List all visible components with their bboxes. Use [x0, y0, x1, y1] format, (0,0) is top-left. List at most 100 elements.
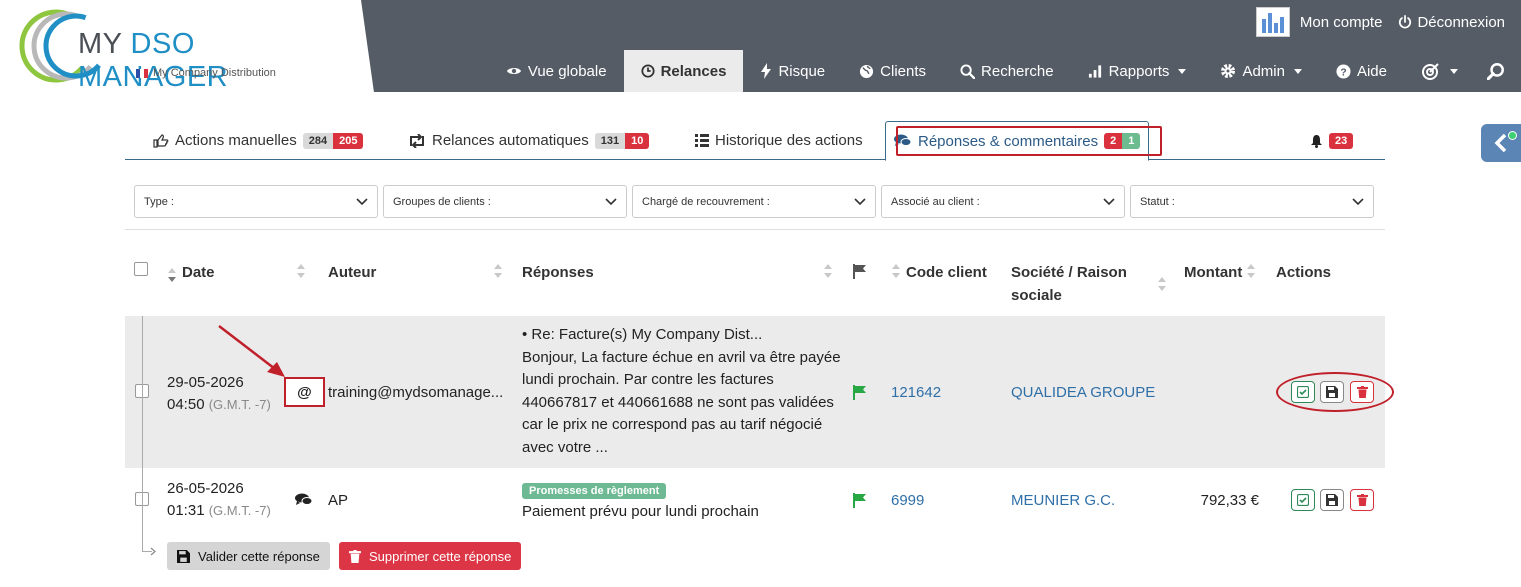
- comments-icon: [894, 134, 912, 146]
- table-header: Date Auteur Réponses Code client Société…: [125, 250, 1385, 316]
- nav-search-button[interactable]: [1475, 50, 1521, 92]
- nav-admin[interactable]: Admin: [1203, 50, 1319, 92]
- target-icon: [1422, 63, 1439, 80]
- sort-icon[interactable]: [824, 264, 832, 278]
- row-client-code[interactable]: 121642: [891, 384, 941, 401]
- tab-relances-automatiques[interactable]: Relances automatiques 131 10: [408, 121, 650, 160]
- check-square-icon: [1297, 386, 1309, 398]
- validate-reply-button[interactable]: Valider cette réponse: [167, 542, 330, 570]
- arrow-right-icon: [150, 547, 156, 556]
- brand-name: MY DSO MANAGER: [78, 28, 229, 93]
- annotation-arrow: [218, 325, 285, 377]
- col-replies[interactable]: Réponses: [522, 264, 594, 281]
- row-reply[interactable]: Promesses de règlement Paiement prévu po…: [522, 481, 759, 520]
- nav-vue-globale[interactable]: Vue globale: [489, 50, 624, 92]
- delete-icon-button[interactable]: [1350, 381, 1374, 403]
- bell-icon: [1311, 134, 1322, 148]
- delete-icon-button[interactable]: [1350, 489, 1374, 511]
- check-square-icon: [1297, 494, 1309, 506]
- filter-charge-recouvrement[interactable]: Chargé de recouvrement :: [632, 185, 876, 218]
- row-reply[interactable]: • Re: Facture(s) My Company Dist... Bonj…: [522, 324, 842, 459]
- retweet-icon: [410, 133, 424, 148]
- flag-icon[interactable]: [853, 385, 867, 400]
- eye-icon: [506, 68, 521, 74]
- row-company[interactable]: MEUNIER G.C.: [1011, 492, 1115, 509]
- row-company[interactable]: QUALIDEA GROUPE: [1011, 384, 1155, 401]
- search-icon: [1487, 63, 1504, 80]
- filter-groupes-clients[interactable]: Groupes de clients :: [383, 185, 627, 218]
- row-amount: 792,33 €: [1200, 492, 1259, 509]
- logo-panel[interactable]: MY DSO MANAGER My Company Distribution: [0, 0, 347, 93]
- email-source-icon: @: [284, 377, 325, 407]
- row-author: AP: [328, 492, 349, 509]
- validate-icon-button[interactable]: [1291, 381, 1315, 403]
- chevron-down-icon: [854, 197, 866, 205]
- save-icon-button[interactable]: [1320, 489, 1344, 511]
- nav-rapports[interactable]: Rapports: [1071, 50, 1204, 92]
- count-badge: 284: [302, 132, 334, 149]
- nav-relances[interactable]: Relances: [623, 50, 744, 92]
- save-icon: [1326, 386, 1338, 398]
- col-amount[interactable]: Montant: [1184, 264, 1242, 281]
- main-nav: Vue globale Relances Risque Clients Rech…: [489, 50, 1521, 92]
- sort-icon[interactable]: [297, 264, 305, 278]
- row-datetime: 26-05-2026 01:31 (G.M.T. -7): [167, 480, 271, 519]
- trash-icon: [349, 549, 361, 563]
- top-bar: MY DSO MANAGER My Company Distribution M…: [0, 0, 1521, 93]
- my-account-link[interactable]: Mon compte: [1300, 14, 1383, 31]
- col-client-code[interactable]: Code client: [906, 264, 987, 281]
- filter-statut[interactable]: Statut :: [1130, 185, 1374, 218]
- row-author: training@mydsomanage...: [328, 384, 504, 401]
- sort-icon[interactable]: [494, 264, 502, 278]
- chevron-down-icon: [1352, 197, 1364, 205]
- tab-actions-manuelles[interactable]: Actions manuelles 284 205: [153, 121, 364, 160]
- chevron-down-icon: [1178, 68, 1187, 74]
- nav-aide[interactable]: ? Aide: [1319, 50, 1404, 92]
- question-icon: ?: [1336, 63, 1351, 79]
- side-panel-toggle[interactable]: [1481, 124, 1521, 162]
- delete-reply-button[interactable]: Supprimer cette réponse: [339, 542, 522, 570]
- count-badge: 10: [625, 132, 650, 149]
- company-name: My Company Distribution: [136, 67, 276, 79]
- tab-reponses-commentaires[interactable]: Réponses & commentaires 21: [885, 121, 1150, 161]
- count-badge: 205: [333, 132, 364, 149]
- chevron-down-icon: [1293, 68, 1302, 74]
- nav-target-menu[interactable]: [1404, 50, 1475, 92]
- sort-icon[interactable]: [892, 264, 900, 278]
- col-author[interactable]: Auteur: [328, 264, 376, 281]
- clock-icon: [641, 64, 655, 78]
- account-bar: Mon compte Déconnexion: [1255, 0, 1521, 44]
- trash-icon: [1356, 494, 1368, 506]
- company-avatar[interactable]: [1255, 7, 1290, 37]
- sort-icon[interactable]: [1158, 277, 1166, 291]
- count-badge: 131: [594, 132, 626, 149]
- col-date[interactable]: Date: [182, 264, 215, 281]
- sort-icon[interactable]: [168, 268, 176, 282]
- status-badge: Promesses de règlement: [522, 483, 667, 499]
- tab-historique[interactable]: Historique des actions: [695, 121, 863, 160]
- select-all-checkbox[interactable]: [134, 262, 148, 276]
- flag-icon[interactable]: [853, 493, 867, 508]
- bar-chart-icon: [1088, 65, 1101, 78]
- filter-associe-client[interactable]: Associé au client :: [881, 185, 1125, 218]
- gear-icon: [1221, 64, 1236, 78]
- validate-icon-button[interactable]: [1291, 489, 1315, 511]
- notification-count-badge: 23: [1329, 132, 1354, 149]
- nav-clients[interactable]: Clients: [842, 50, 943, 92]
- save-icon: [1326, 494, 1338, 506]
- divider: [125, 229, 1385, 230]
- bolt-icon: [761, 63, 772, 79]
- notifications[interactable]: 23: [1310, 121, 1354, 160]
- logout-link[interactable]: Déconnexion: [1398, 14, 1505, 31]
- thread-line: [142, 316, 143, 552]
- save-icon-button[interactable]: [1320, 381, 1344, 403]
- col-company[interactable]: Société / Raison sociale: [1011, 261, 1127, 307]
- chevron-down-icon: [356, 197, 368, 205]
- list-icon: [695, 134, 709, 147]
- sort-icon[interactable]: [1247, 264, 1255, 278]
- nav-recherche[interactable]: Recherche: [943, 50, 1071, 92]
- nav-risque[interactable]: Risque: [743, 50, 842, 92]
- filter-type[interactable]: Type :: [134, 185, 378, 218]
- row-client-code[interactable]: 6999: [891, 492, 924, 509]
- tabs-bar: Actions manuelles 284 205 Relances automa…: [125, 121, 1385, 161]
